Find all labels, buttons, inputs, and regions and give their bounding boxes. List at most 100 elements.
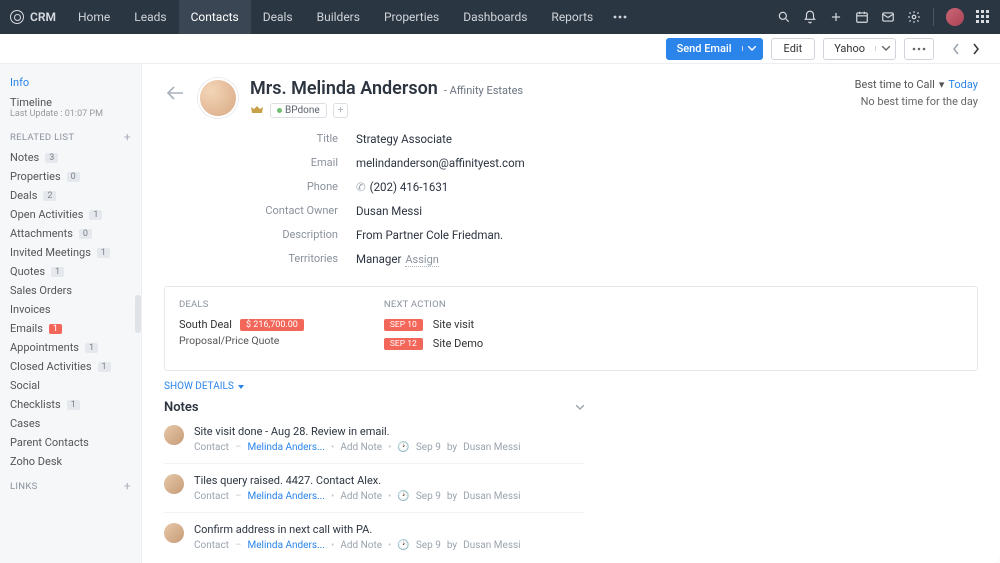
user-avatar[interactable] <box>946 8 964 26</box>
label-title: Title <box>242 132 338 146</box>
assign-link[interactable]: Assign <box>405 253 438 267</box>
value-email[interactable]: melindanderson@affinityest.com <box>356 156 525 170</box>
sidebar-item-parent-contacts[interactable]: Parent Contacts <box>10 433 141 452</box>
note-text: Confirm address in next call with PA. <box>194 523 584 536</box>
count-badge: 2 <box>43 191 56 201</box>
plus-icon[interactable] <box>829 10 843 24</box>
notes-menu-icon[interactable] <box>576 405 584 410</box>
top-nav: CRM HomeLeadsContactsDealsBuildersProper… <box>0 0 1000 34</box>
apps-icon[interactable] <box>976 10 990 24</box>
value-description: From Partner Cole Friedman. <box>356 228 525 242</box>
prev-record[interactable] <box>946 38 966 60</box>
gear-icon[interactable] <box>907 10 921 24</box>
clock-icon: 🕑 <box>397 540 409 551</box>
note-contact-link[interactable]: Melinda Anders... <box>248 442 325 453</box>
sidebar-item-invited-meetings[interactable]: Invited Meetings1 <box>10 243 141 262</box>
notes-heading: Notes <box>164 400 199 415</box>
pager <box>946 38 986 60</box>
status-chip[interactable]: BPdone <box>270 103 327 118</box>
sidebar-item-checklists[interactable]: Checklists1 <box>10 395 141 414</box>
contact-avatar <box>198 78 238 118</box>
nav-tab-deals[interactable]: Deals <box>251 0 305 34</box>
note-add-link[interactable]: Add Note <box>340 442 382 453</box>
note-avatar <box>164 425 184 445</box>
value-territories: ManagerAssign <box>356 252 525 266</box>
sidebar-item-attachments[interactable]: Attachments0 <box>10 224 141 243</box>
next-action-heading: NEXT ACTION <box>384 299 483 310</box>
brand[interactable]: CRM <box>10 10 56 24</box>
show-details-toggle[interactable]: SHOW DETAILS <box>164 381 978 392</box>
edit-button[interactable]: Edit <box>771 38 816 60</box>
count-badge: 1 <box>89 210 102 220</box>
note-item: Confirm address in next call with PA.Con… <box>164 513 584 561</box>
nav-tab-home[interactable]: Home <box>66 0 122 34</box>
note-item: Tiles query raised. 4427. Contact Alex.C… <box>164 464 584 513</box>
yahoo-caret[interactable] <box>875 46 895 51</box>
sidebar-item-cases[interactable]: Cases <box>10 414 141 433</box>
mail-icon[interactable] <box>881 10 895 24</box>
note-add-link[interactable]: Add Note <box>340 540 382 551</box>
next-action-row[interactable]: SEP 10 Site visit <box>384 318 483 331</box>
count-badge: 1 <box>85 343 98 353</box>
sidebar-info[interactable]: Info <box>10 72 141 93</box>
sidebar-item-invoices[interactable]: Invoices <box>10 300 141 319</box>
sidebar-item-notes[interactable]: Notes3 <box>10 148 141 167</box>
add-link-icon[interactable]: + <box>124 479 131 493</box>
calendar-icon[interactable] <box>855 10 869 24</box>
sidebar-item-social[interactable]: Social <box>10 376 141 395</box>
nav-tab-contacts[interactable]: Contacts <box>179 0 251 34</box>
sidebar: Info Timeline Last Update : 01:07 PM REL… <box>0 64 142 563</box>
back-arrow[interactable] <box>164 82 186 104</box>
sidebar-timeline[interactable]: Timeline Last Update : 01:07 PM <box>10 93 141 122</box>
chevron-down-icon <box>238 385 244 389</box>
value-phone[interactable]: ✆(202) 416-1631 <box>356 180 525 194</box>
sidebar-item-open-activities[interactable]: Open Activities1 <box>10 205 141 224</box>
date-badge: SEP 12 <box>384 338 423 350</box>
note-contact-link[interactable]: Melinda Anders... <box>248 491 325 502</box>
sidebar-drag-handle[interactable] <box>135 295 141 333</box>
nav-more[interactable] <box>605 15 635 19</box>
note-add-link[interactable]: Add Note <box>340 491 382 502</box>
note-meta: Contact–Melinda Anders...•Add Note•🕑Sep … <box>194 491 584 502</box>
nav-tab-properties[interactable]: Properties <box>372 0 451 34</box>
note-avatar <box>164 523 184 543</box>
count-badge: 1 <box>98 362 111 372</box>
sidebar-item-appointments[interactable]: Appointments1 <box>10 338 141 357</box>
sidebar-item-sales-orders[interactable]: Sales Orders <box>10 281 141 300</box>
next-action-row[interactable]: SEP 12 Site Demo <box>384 337 483 350</box>
notes-list: Site visit done - Aug 28. Review in emai… <box>164 415 978 561</box>
best-time-today[interactable]: Today <box>948 78 978 91</box>
sidebar-item-emails[interactable]: Emails1 <box>10 319 141 338</box>
main-content: Mrs. Melinda Anderson - Affinity Estates… <box>142 64 1000 563</box>
brand-text: CRM <box>30 10 56 24</box>
related-list: Notes3Properties0Deals2Open Activities1A… <box>10 148 141 471</box>
add-chip[interactable]: + <box>333 103 349 118</box>
label-phone: Phone <box>242 180 338 194</box>
sidebar-item-zoho-desk[interactable]: Zoho Desk <box>10 452 141 471</box>
add-related-icon[interactable]: + <box>124 130 131 144</box>
date-badge: SEP 10 <box>384 319 423 331</box>
clock-icon: 🕑 <box>397 491 409 502</box>
value-title: Strategy Associate <box>356 132 525 146</box>
next-record[interactable] <box>966 38 986 60</box>
best-time-msg: No best time for the day <box>798 95 978 108</box>
search-icon[interactable] <box>777 10 791 24</box>
action-label: Site visit <box>433 318 474 331</box>
sidebar-item-closed-activities[interactable]: Closed Activities1 <box>10 357 141 376</box>
action-label: Site Demo <box>433 337 483 350</box>
yahoo-button[interactable]: Yahoo <box>823 38 896 60</box>
sidebar-item-deals[interactable]: Deals2 <box>10 186 141 205</box>
nav-tab-dashboards[interactable]: Dashboards <box>451 0 539 34</box>
nav-tab-builders[interactable]: Builders <box>305 0 372 34</box>
send-email-caret[interactable] <box>742 46 762 51</box>
nav-tab-reports[interactable]: Reports <box>539 0 605 34</box>
nav-tab-leads[interactable]: Leads <box>122 0 178 34</box>
deal-name[interactable]: South Deal <box>179 318 232 331</box>
sidebar-item-quotes[interactable]: Quotes1 <box>10 262 141 281</box>
count-badge: 0 <box>79 229 92 239</box>
send-email-button[interactable]: Send Email <box>666 38 763 60</box>
sidebar-item-properties[interactable]: Properties0 <box>10 167 141 186</box>
bell-icon[interactable] <box>803 10 817 24</box>
note-contact-link[interactable]: Melinda Anders... <box>248 540 325 551</box>
more-actions-button[interactable] <box>904 38 934 60</box>
